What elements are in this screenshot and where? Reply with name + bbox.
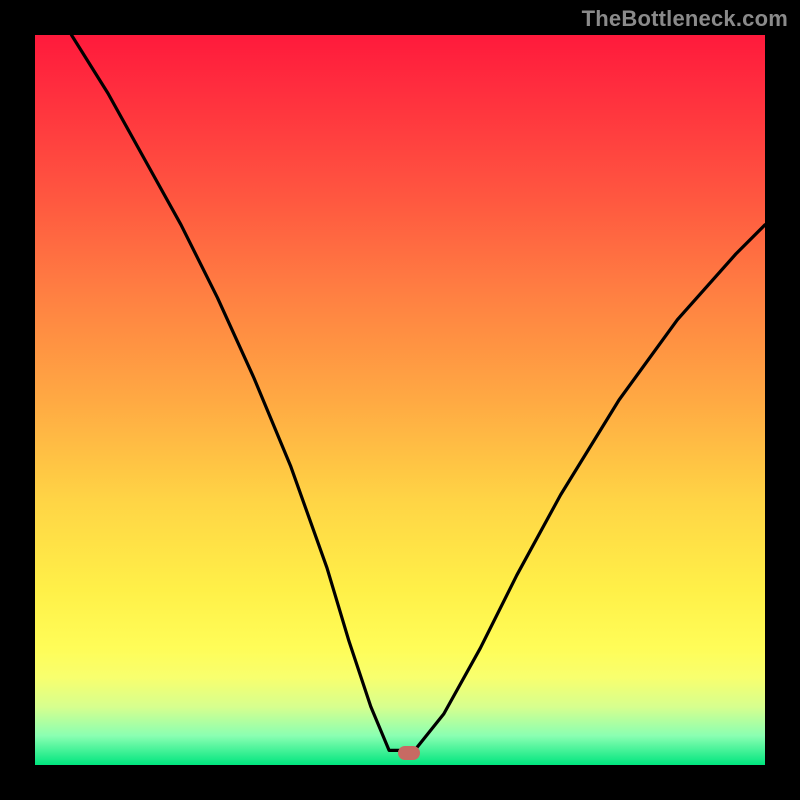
bottleneck-curve	[35, 35, 765, 765]
watermark-text: TheBottleneck.com	[582, 6, 788, 32]
optimal-point-marker	[398, 746, 420, 760]
curve-path	[72, 35, 766, 750]
bottleneck-chart	[35, 35, 765, 765]
